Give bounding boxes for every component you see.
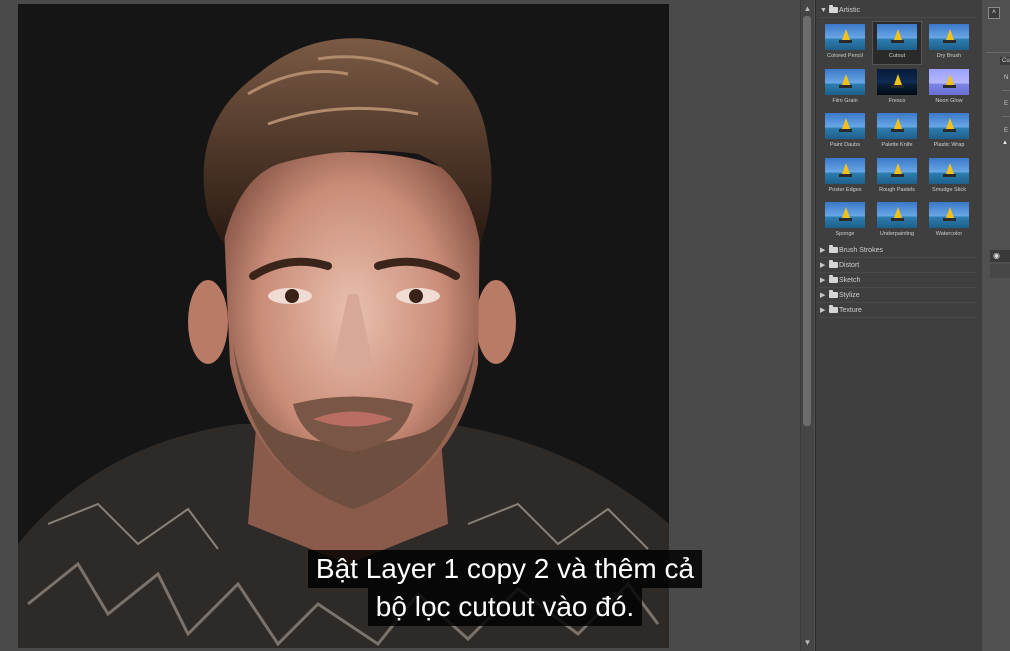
- preview-canvas[interactable]: [18, 4, 669, 648]
- filter-label: Palette Knife: [881, 142, 913, 148]
- expand-triangle-icon[interactable]: ▶: [820, 274, 825, 287]
- filter-folder[interactable]: ▶ Sketch: [819, 274, 977, 288]
- filter-label: Fresco: [888, 97, 906, 104]
- scroll-up-arrow-icon[interactable]: ▲: [801, 2, 814, 16]
- expand-triangle-icon[interactable]: ▶: [820, 244, 825, 257]
- filter-preview-image: [825, 24, 865, 50]
- filter-label: Plastic Wrap: [933, 142, 965, 148]
- filter-preview-image: [877, 113, 917, 139]
- scroll-down-arrow-icon[interactable]: ▼: [801, 636, 814, 650]
- portrait-image: [18, 4, 669, 648]
- filter-folder[interactable]: ▶ Brush Strokes: [819, 244, 977, 258]
- filter-label: Colored Pencil: [827, 53, 863, 59]
- eye-icon[interactable]: ◉: [993, 251, 1000, 260]
- filter-preview-image: [929, 157, 969, 184]
- settings-tab[interactable]: Cut: [1000, 57, 1010, 65]
- expand-triangle-icon[interactable]: ▼: [820, 4, 827, 17]
- collapse-icon[interactable]: ˄: [988, 7, 1000, 19]
- filter-preview-image: [825, 113, 865, 139]
- filter-preview-image: [929, 68, 969, 95]
- filter-thumb[interactable]: Colored Pencil: [821, 22, 869, 64]
- filter-preview-image: [929, 202, 969, 228]
- filter-preview-image: [825, 68, 865, 95]
- filter-preview-image: [877, 68, 917, 95]
- folder-artistic[interactable]: ▼ Artistic: [819, 4, 977, 18]
- filter-preview-image: [877, 24, 917, 50]
- filter-label: Film Grain: [832, 97, 858, 104]
- setting-label: E: [1004, 101, 1009, 107]
- folder-label: Brush Strokes: [839, 247, 883, 254]
- slider-handle-icon[interactable]: ▲: [1002, 140, 1008, 146]
- expand-triangle-icon[interactable]: ▶: [820, 289, 825, 302]
- filter-gallery-panel: ▼ Artistic Colored Pencil Cutout Dry Brush…: [815, 0, 983, 651]
- filter-thumb[interactable]: Cutout: [872, 21, 922, 65]
- folder-label: Stylize: [839, 292, 860, 299]
- filter-preview-image: [877, 202, 917, 228]
- filter-preview-image: [929, 113, 969, 139]
- scrollbar-thumb[interactable]: [803, 16, 811, 426]
- filter-settings-panel: ˄ Cut N E E ▲ ◉: [982, 0, 1010, 651]
- filter-thumb[interactable]: Neon Glow: [925, 67, 973, 109]
- filter-preview-image: [825, 157, 865, 184]
- filter-label: Paint Daubs: [830, 142, 860, 148]
- filter-label: Smudge Stick: [932, 186, 966, 193]
- folder-label: Distort: [839, 262, 860, 269]
- filter-label: Watercolor: [935, 231, 963, 237]
- filter-thumb[interactable]: Poster Edges: [821, 156, 869, 198]
- filter-label: Dry Brush: [936, 53, 962, 59]
- folder-icon: [829, 305, 838, 313]
- filter-thumbnail-grid: Colored Pencil Cutout Dry Brush Film Grain F…: [821, 21, 977, 244]
- filter-label: Sponge: [835, 231, 855, 237]
- filter-label: Neon Glow: [935, 97, 963, 104]
- filter-folder[interactable]: ▶ Distort: [819, 259, 977, 273]
- filter-label: Cutout: [888, 53, 906, 59]
- slider-track[interactable]: [1002, 90, 1010, 91]
- filter-thumb[interactable]: Fresco: [873, 67, 921, 109]
- folder-icon: [829, 290, 838, 298]
- filter-label: Rough Pastels: [879, 186, 915, 193]
- folder-icon: [829, 245, 838, 253]
- layer-row[interactable]: ◉: [990, 250, 1010, 262]
- filter-label: Underpainting: [879, 231, 915, 237]
- filter-preview-image: [929, 24, 969, 50]
- filter-thumb[interactable]: Plastic Wrap: [925, 111, 973, 153]
- folder-icon: [829, 260, 838, 268]
- folder-icon: [829, 275, 838, 283]
- filter-preview-image: [877, 157, 917, 184]
- folder-label: Sketch: [839, 277, 861, 284]
- expand-triangle-icon[interactable]: ▶: [820, 304, 825, 317]
- folder-label: Artistic: [839, 7, 860, 14]
- setting-label: E: [1004, 128, 1009, 134]
- setting-label: N: [1004, 75, 1009, 81]
- filter-thumb[interactable]: Underpainting: [873, 200, 921, 242]
- filter-thumb[interactable]: Paint Daubs: [821, 111, 869, 153]
- folder-label: Texture: [839, 307, 862, 314]
- filter-thumb[interactable]: Rough Pastels: [873, 156, 921, 198]
- filter-label: Poster Edges: [828, 186, 862, 193]
- filter-thumb[interactable]: Dry Brush: [925, 22, 973, 64]
- slider-track[interactable]: [1002, 116, 1010, 117]
- filter-folder[interactable]: ▶ Stylize: [819, 289, 977, 303]
- filter-preview-area: [0, 0, 800, 651]
- expand-triangle-icon[interactable]: ▶: [820, 259, 825, 272]
- filter-thumb[interactable]: Palette Knife: [873, 111, 921, 153]
- filter-thumb[interactable]: Film Grain: [821, 67, 869, 109]
- folder-icon: [829, 5, 838, 13]
- preview-scrollbar[interactable]: ▲ ▼: [800, 0, 814, 651]
- layer-row[interactable]: [990, 264, 1010, 278]
- filter-folder[interactable]: ▶ Texture: [819, 304, 977, 318]
- filter-folder-list: ▶ Brush Strokes ▶ Distort ▶ Sketch ▶ Stylize ▶ Te…: [816, 244, 982, 318]
- divider: [986, 52, 1010, 53]
- filter-thumb[interactable]: Watercolor: [925, 200, 973, 242]
- filter-thumb[interactable]: Sponge: [821, 200, 869, 242]
- filter-preview-image: [825, 202, 865, 228]
- filter-thumb[interactable]: Smudge Stick: [925, 156, 973, 198]
